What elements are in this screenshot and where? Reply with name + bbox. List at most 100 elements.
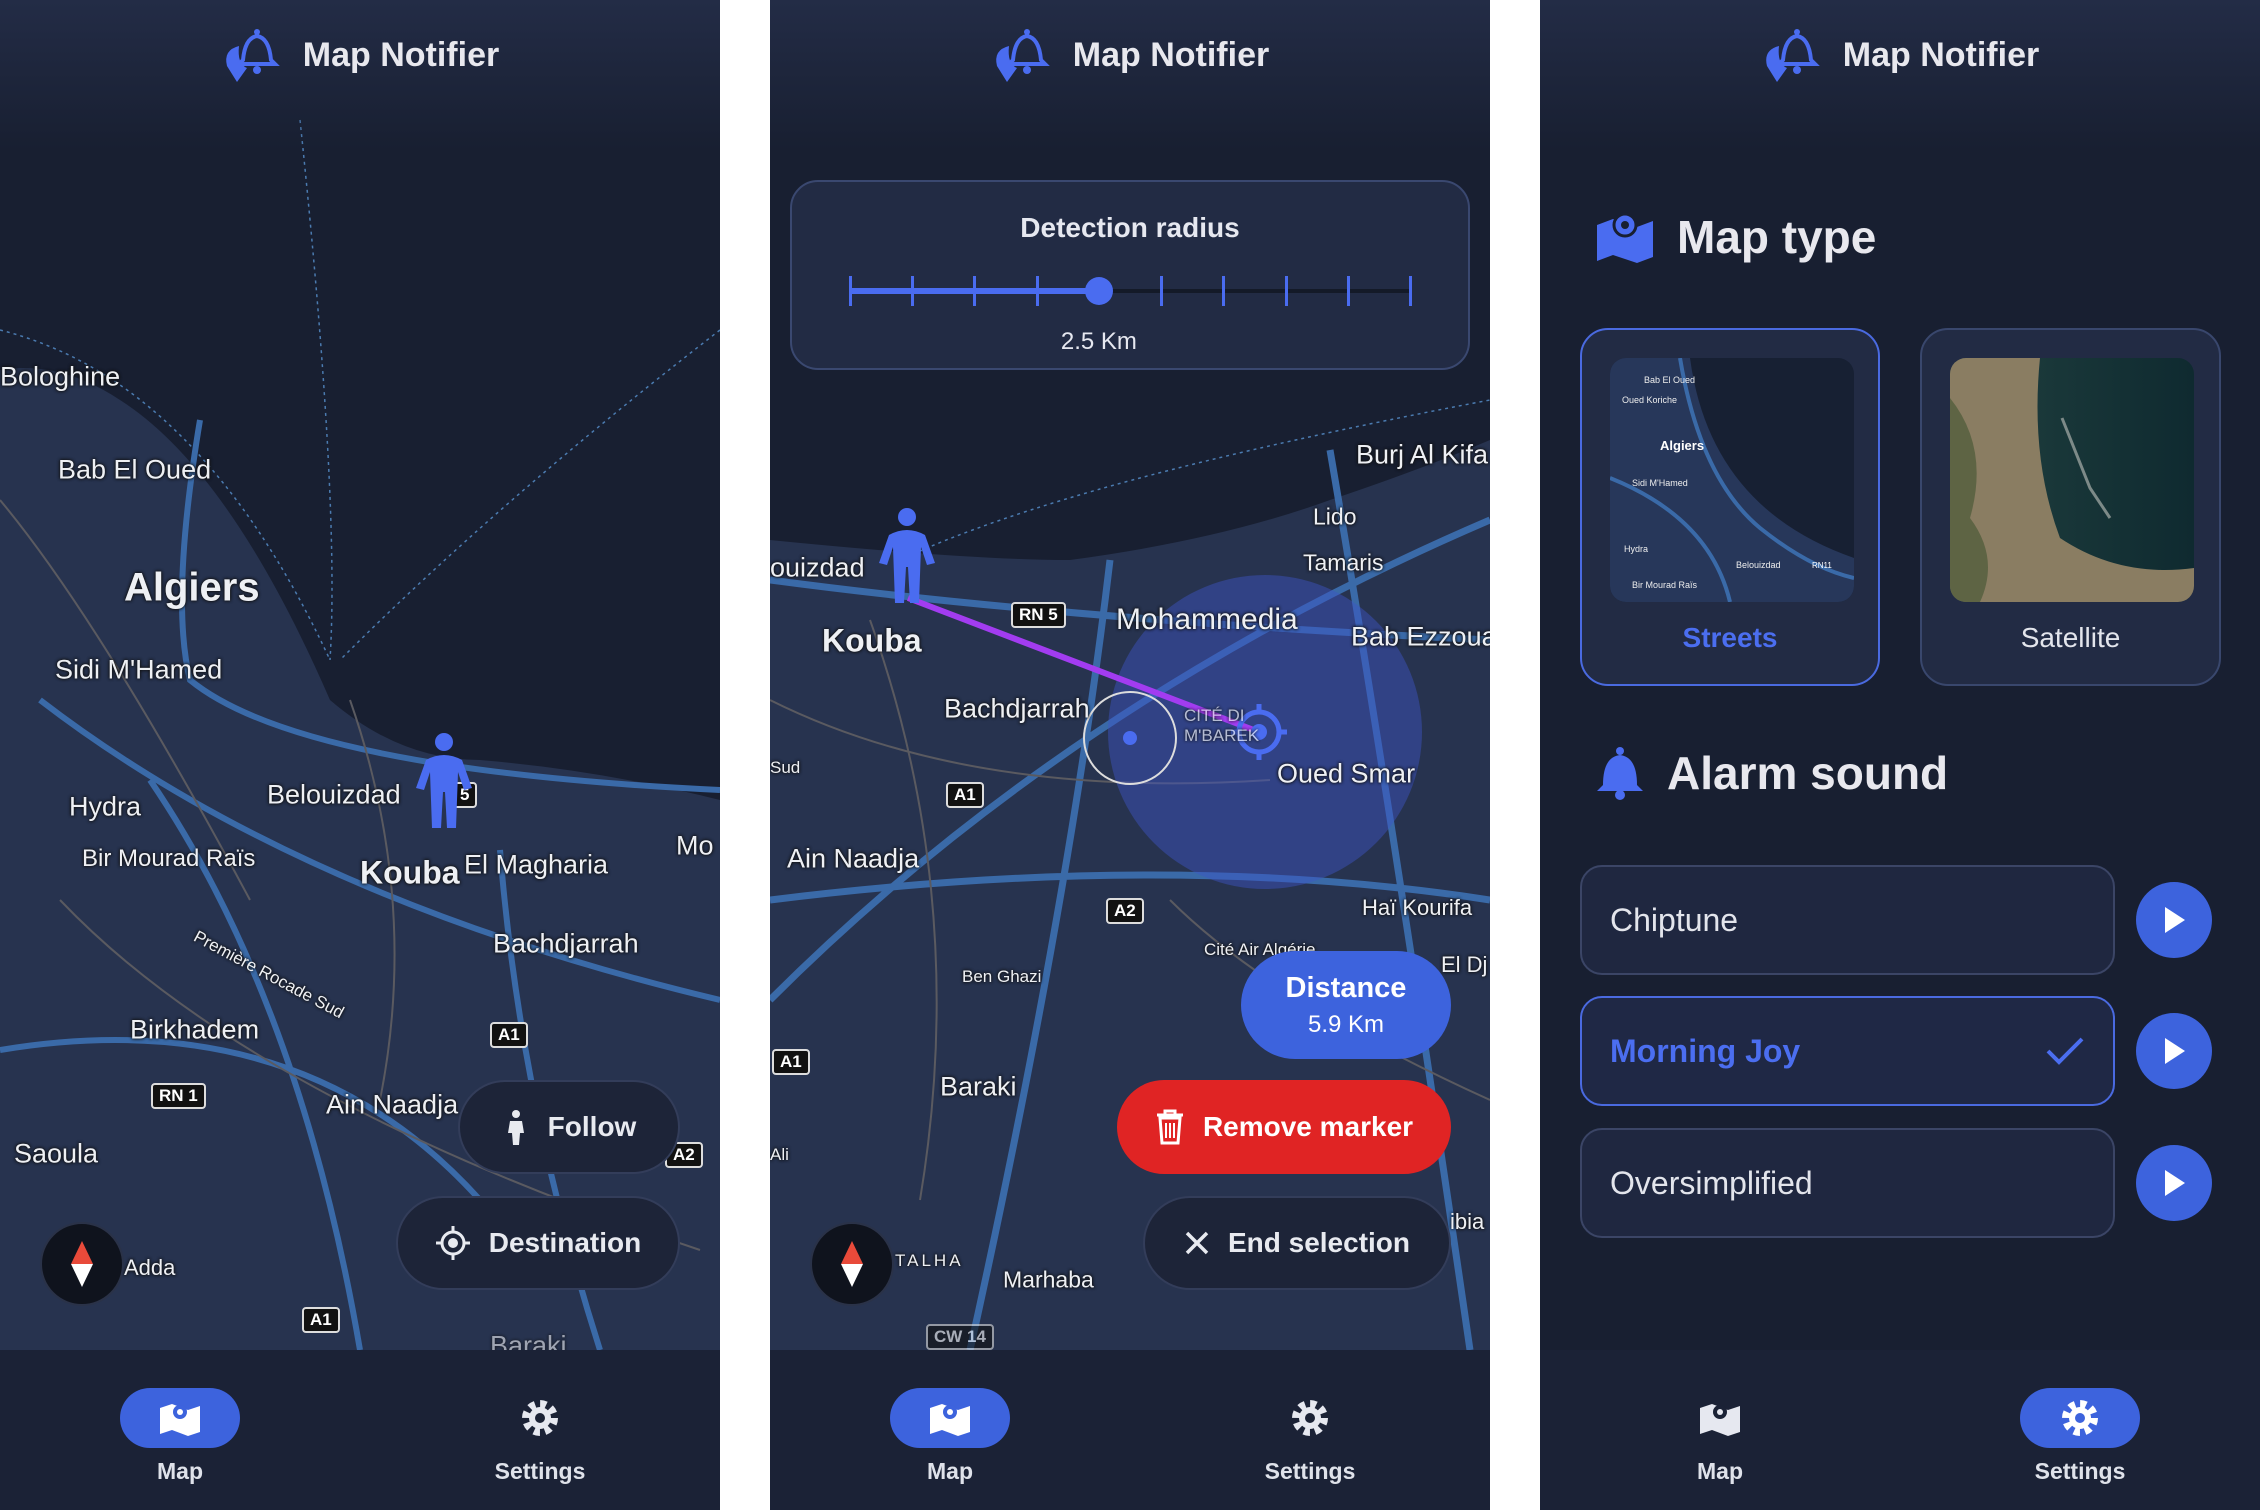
map-label: Kouba: [360, 854, 460, 891]
nav-map-label: Map: [157, 1458, 203, 1484]
map-label: Sud: [770, 758, 801, 777]
trash-icon: [1156, 1109, 1183, 1145]
map-label: Sidi M'Hamed: [55, 654, 223, 685]
app-title: Map Notifier: [1842, 36, 2040, 74]
alarm-sound-title: Alarm sound: [1667, 747, 1949, 799]
gear-icon: [2062, 1400, 2098, 1436]
compass-button[interactable]: [810, 1222, 894, 1306]
play-morning-joy-button[interactable]: [2136, 1013, 2212, 1089]
map-label: Algiers: [124, 565, 260, 610]
sound-option-morning-joy[interactable]: Morning Joy: [1580, 996, 2115, 1106]
map-icon: [930, 1404, 970, 1436]
map-label: Mo: [676, 830, 714, 861]
road-badge: RN 1: [151, 1083, 206, 1109]
radius-slider[interactable]: [849, 276, 1412, 306]
sound-option-chiptune[interactable]: Chiptune: [1580, 865, 2115, 975]
app-header: Map Notifier: [0, 0, 720, 150]
map-label: Burj Al Kifa: [1356, 439, 1489, 470]
nav-map[interactable]: Map: [80, 1388, 280, 1485]
svg-text:Hydra: Hydra: [1624, 544, 1648, 554]
nav-map[interactable]: Map: [850, 1388, 1050, 1485]
app-header: Map Notifier: [770, 0, 1490, 150]
user-location-icon[interactable]: [412, 730, 476, 830]
slider-tick: [1035, 276, 1039, 306]
map-type-satellite[interactable]: Satellite: [1920, 328, 2221, 686]
distance-value: 5.9 Km: [1307, 1010, 1385, 1038]
nav-settings-label: Settings: [2034, 1458, 2126, 1484]
satellite-thumbnail: [1950, 358, 2194, 602]
play-chiptune-button[interactable]: [2136, 882, 2212, 958]
map-label: El Dj: [1441, 952, 1488, 977]
distance-label: Distance: [1285, 971, 1407, 1004]
remove-marker-button[interactable]: Remove marker: [1117, 1080, 1451, 1174]
map-label: ouizdad: [770, 552, 865, 583]
user-location-icon[interactable]: [875, 505, 939, 605]
sound-option-oversimplified[interactable]: Oversimplified: [1580, 1128, 2115, 1238]
map-label: El Magharia: [464, 849, 609, 880]
nav-settings[interactable]: Settings: [440, 1388, 640, 1485]
crosshair-icon: [435, 1226, 470, 1260]
svg-text:Sidi M'Hamed: Sidi M'Hamed: [1632, 478, 1688, 488]
streets-label: Streets: [1682, 622, 1778, 653]
slider-thumb[interactable]: [1084, 277, 1113, 305]
end-selection-label: End selection: [1227, 1227, 1411, 1258]
map-screen-selection: ouizdad Kouba Bachdjarrah Mohammedia Bur…: [770, 0, 1490, 1510]
map-icon: [160, 1404, 200, 1436]
map-label: Mohammedia: [1116, 603, 1298, 636]
slider-tick: [911, 276, 915, 306]
map-label: Bir Mourad Raïs: [82, 845, 256, 872]
road-badge: A1: [946, 782, 984, 808]
slider-tick: [1346, 276, 1350, 306]
app-logo-icon: [225, 29, 280, 82]
compass-icon: [841, 1241, 863, 1287]
nav-settings[interactable]: Settings: [1980, 1388, 2180, 1485]
map-label: Bab El Oued: [58, 454, 212, 485]
map-icon: [1597, 212, 1653, 263]
app-header: Map Notifier: [1540, 0, 2260, 150]
svg-text:Oued Koriche: Oued Koriche: [1622, 395, 1677, 405]
map-label: Bachdjarrah: [493, 928, 639, 959]
follow-label: Follow: [547, 1111, 637, 1142]
map-label: Saoula: [14, 1138, 99, 1169]
play-icon: [2165, 907, 2185, 933]
map-label: Hydra: [69, 791, 142, 822]
radius-value: 2.5 Km: [1060, 328, 1137, 355]
slider-tick: [973, 276, 977, 306]
settings-screen: Map Notifier Map type Bab El Oued Oued K…: [1540, 0, 2260, 1510]
map-label: Belouizdad: [267, 779, 401, 810]
compass-icon: [71, 1241, 93, 1287]
app-title: Map Notifier: [1072, 36, 1270, 74]
compass-button[interactable]: [40, 1222, 124, 1306]
streets-thumbnail: Bab El Oued Oued Koriche Algiers Sidi M'…: [1610, 358, 1854, 602]
play-oversimplified-button[interactable]: [2136, 1145, 2212, 1221]
nav-map-label: Map: [1697, 1458, 1743, 1484]
svg-text:Bab El Oued: Bab El Oued: [1644, 375, 1695, 385]
play-icon: [2165, 1038, 2185, 1064]
bottom-nav: Map Settings: [770, 1350, 1490, 1510]
map-label: Kouba: [822, 622, 922, 659]
map-label: Birkhadem: [130, 1014, 260, 1045]
road-badge: RN 5: [1011, 602, 1066, 628]
map-label: Baraki: [940, 1071, 1017, 1102]
nav-settings-label: Settings: [1264, 1458, 1356, 1484]
satellite-label: Satellite: [2020, 622, 2121, 653]
map-type-streets[interactable]: Bab El Oued Oued Koriche Algiers Sidi M'…: [1580, 328, 1880, 686]
map-label: Haï Kourifa: [1362, 895, 1473, 920]
map-label: Tamaris: [1303, 549, 1384, 576]
nav-settings[interactable]: Settings: [1210, 1388, 1410, 1485]
road-badge: A1: [302, 1307, 340, 1333]
map-label: Bologhine: [0, 361, 121, 392]
alarm-sound-heading: Alarm sound: [1595, 745, 1948, 801]
gear-icon: [522, 1400, 558, 1436]
check-icon: [2046, 1037, 2084, 1065]
nav-map[interactable]: Map: [1620, 1388, 1820, 1485]
map-label: Ain Naadja: [326, 1089, 459, 1120]
svg-text:RN11: RN11: [1812, 561, 1832, 570]
close-icon: [1185, 1231, 1209, 1255]
follow-button[interactable]: Follow: [458, 1080, 680, 1174]
destination-button[interactable]: Destination: [396, 1196, 680, 1290]
end-selection-button[interactable]: End selection: [1143, 1196, 1451, 1290]
map-label: ibia: [1450, 1209, 1485, 1234]
remove-marker-label: Remove marker: [1202, 1111, 1414, 1142]
map-label: Bachdjarrah: [944, 693, 1090, 724]
